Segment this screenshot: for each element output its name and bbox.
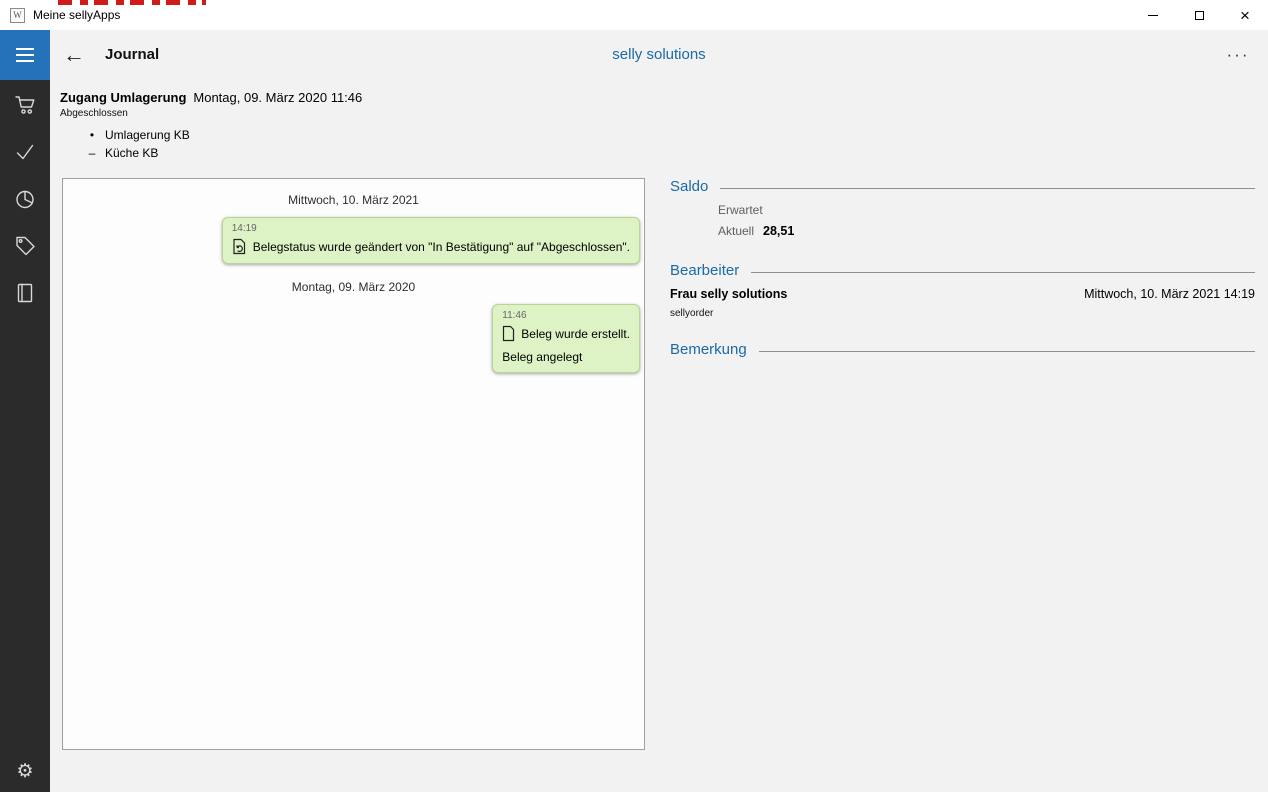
section-heading: Saldo [670,178,708,195]
document-datetime: Montag, 09. März 2020 11:46 [193,90,362,105]
details-panel: Saldo Erwartet Aktuell 28,51 Bearbeiter … [670,178,1255,358]
main-content: Zugang Umlagerung Montag, 09. März 2020 1… [50,80,1268,792]
sidebar-item-tasks[interactable] [14,141,36,163]
window-title: Meine sellyApps [33,8,120,22]
entry-note: Beleg angelegt [502,350,630,364]
hamburger-icon [16,48,34,50]
list-item-label: Küche KB [105,146,158,160]
book-icon [14,282,36,304]
maximize-button[interactable] [1176,0,1222,30]
ellipsis-icon: ··· [1227,45,1250,65]
journal-timeline-panel[interactable]: Mittwoch, 10. März 2021 14:19 Belegstatu… [62,178,645,750]
document-status-icon [232,238,247,255]
section-heading: Bemerkung [670,341,747,358]
divider [720,188,1255,189]
minimize-button[interactable] [1130,0,1176,30]
document-title: Zugang Umlagerung [60,90,186,105]
window-controls: × [1130,0,1268,30]
dash-marker: – [88,146,96,160]
app-header-title: selly solutions [50,30,1268,80]
pie-chart-icon [14,188,36,210]
cart-icon [14,94,36,116]
section-bemerkung: Bemerkung [670,341,1255,358]
document-header: Zugang Umlagerung Montag, 09. März 2020 1… [60,90,362,164]
date-separator: Mittwoch, 10. März 2021 [63,193,644,207]
close-icon: × [1240,7,1250,24]
sidebar-item-statistics[interactable] [14,188,36,210]
more-options-button[interactable]: ··· [1218,30,1258,80]
entry-time: 11:46 [502,310,630,321]
tag-icon [14,235,36,257]
actual-value: 28,51 [763,224,794,238]
hamburger-menu-button[interactable] [0,30,50,80]
sidebar-item-orders[interactable] [14,94,36,116]
divider [759,351,1255,352]
entry-time: 14:19 [232,223,630,234]
minimize-icon [1148,15,1158,16]
editor-timestamp: Mittwoch, 10. März 2021 14:19 [1084,287,1255,301]
editor-name: Frau selly solutions [670,287,787,301]
section-saldo: Saldo Erwartet Aktuell 28,51 [670,178,1255,238]
gear-icon: ⚙ [16,760,33,783]
editor-subtitle: sellyorder [670,308,1255,319]
section-bearbeiter: Bearbeiter Frau selly solutions Mittwoch… [670,262,1255,319]
sidebar-item-labels[interactable] [14,235,36,257]
divider [751,272,1255,273]
expected-label: Erwartet [718,203,1255,217]
sidebar: ⚙ [0,80,50,792]
list-item: • Umlagerung KB [88,128,362,142]
actual-label: Aktuell [718,224,754,238]
navbar: ← Journal selly solutions ··· [0,30,1268,80]
status-badge: Abgeschlossen [60,108,362,119]
journal-entry[interactable]: 14:19 Belegstatus wurde geändert von "In… [222,217,640,264]
document-icon [502,325,515,342]
bullet-marker: • [88,128,96,142]
close-button[interactable]: × [1222,0,1268,30]
journal-entry[interactable]: 11:46 Beleg wurde erstellt. Beleg angele… [492,304,640,373]
entry-text: Beleg wurde erstellt. [521,327,630,341]
entry-text: Belegstatus wurde geändert von "In Bestä… [253,240,630,254]
sidebar-item-journal[interactable] [14,282,36,304]
clipped-red-artifact [58,0,206,5]
settings-button[interactable]: ⚙ [0,758,50,784]
app-icon: W [10,8,25,23]
section-heading: Bearbeiter [670,262,739,279]
titlebar: W Meine sellyApps × [0,0,1268,30]
maximize-icon [1195,11,1204,20]
list-item: – Küche KB [88,146,362,160]
date-separator: Montag, 09. März 2020 [63,280,644,294]
check-icon [14,141,36,163]
list-item-label: Umlagerung KB [105,128,190,142]
